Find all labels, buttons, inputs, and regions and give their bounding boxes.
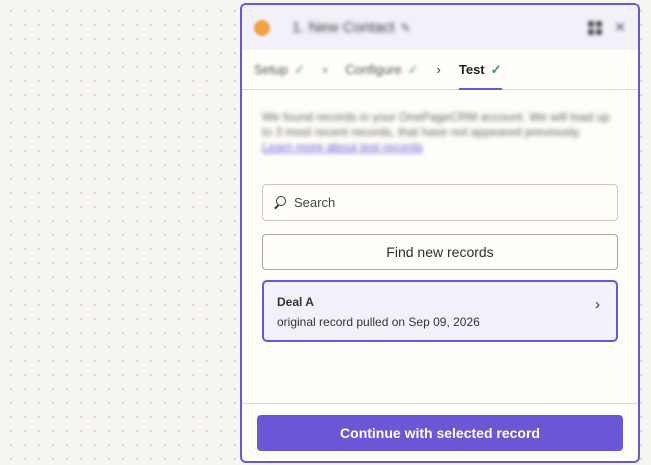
tab-label: Setup xyxy=(254,62,288,77)
record-item[interactable]: Deal A original record pulled on Sep 09,… xyxy=(262,280,618,342)
step-panel: 1. New Contact ✎ ✕ Setup ✓ › Configure ✓… xyxy=(240,3,640,463)
record-title: Deal A xyxy=(277,295,314,309)
panel-header: 1. New Contact ✎ ✕ xyxy=(242,5,638,50)
panel-body: We found records in your OnePageCRM acco… xyxy=(242,90,638,342)
find-new-records-button[interactable]: Find new records xyxy=(262,234,618,270)
continue-button[interactable]: Continue with selected record xyxy=(257,415,623,451)
app-logo-icon xyxy=(254,19,270,36)
check-icon: ✓ xyxy=(293,61,305,77)
edit-title-icon[interactable]: ✎ xyxy=(401,21,411,35)
check-icon: ✓ xyxy=(490,61,502,77)
tab-test[interactable]: Test ✓ xyxy=(458,50,502,90)
tab-configure[interactable]: Configure ✓ xyxy=(345,50,418,90)
step-title[interactable]: 1. New Contact xyxy=(292,19,395,36)
chevron-right-icon: › xyxy=(322,62,328,77)
check-icon: ✓ xyxy=(407,61,419,77)
learn-more-link[interactable]: Learn more about test records xyxy=(262,140,423,154)
panel-footer: Continue with selected record xyxy=(242,403,638,461)
search-icon xyxy=(273,195,288,211)
info-text: We found records in your OnePageCRM acco… xyxy=(262,110,618,170)
step-tabs: Setup ✓ › Configure ✓ › Test ✓ xyxy=(242,50,638,90)
tab-label: Configure xyxy=(345,62,402,77)
record-subtitle: original record pulled on Sep 09, 2026 xyxy=(277,315,480,329)
tab-setup[interactable]: Setup ✓ xyxy=(254,50,305,90)
info-description: We found records in your OnePageCRM acco… xyxy=(262,110,610,139)
close-icon[interactable]: ✕ xyxy=(614,19,626,36)
tab-label: Test xyxy=(458,62,485,77)
search-input[interactable] xyxy=(294,195,607,210)
grid-icon[interactable] xyxy=(588,20,603,35)
chevron-right-icon: › xyxy=(436,62,441,77)
chevron-right-icon: › xyxy=(595,296,600,313)
search-box[interactable] xyxy=(262,184,618,221)
